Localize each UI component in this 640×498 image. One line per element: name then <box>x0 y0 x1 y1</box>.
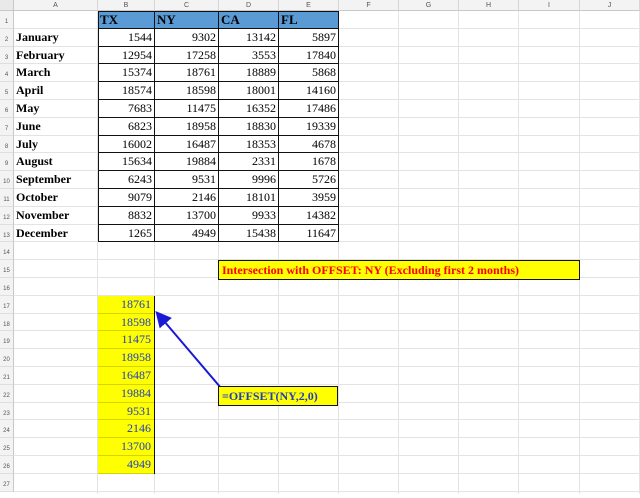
formula-label[interactable]: =OFFSET(NY,2,0) <box>218 386 338 406</box>
intersection-note[interactable]: Intersection with OFFSET: NY (Excluding … <box>218 260 580 280</box>
pointer-arrow <box>155 310 222 389</box>
